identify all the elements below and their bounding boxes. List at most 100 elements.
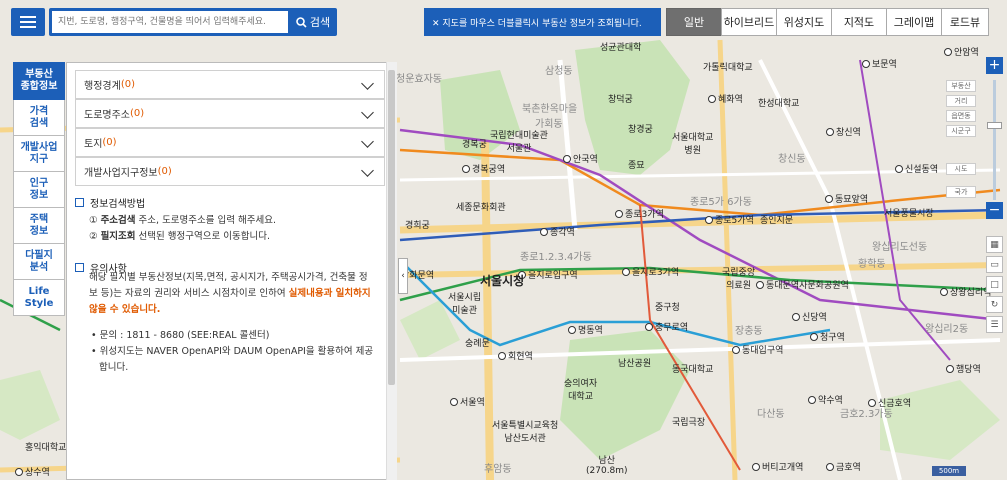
- item-number: ②: [89, 231, 98, 242]
- map-type-tab[interactable]: 로드뷰: [941, 8, 989, 36]
- map-place-label: 안암역: [944, 45, 979, 58]
- accordion-item[interactable]: 도로명주소 (0): [75, 99, 385, 128]
- map-place-label: 서울대학교 병원: [672, 133, 714, 156]
- hamburger-menu-button[interactable]: [11, 8, 45, 36]
- map-place-label: 삼청동: [545, 66, 573, 77]
- item-number: ①: [89, 215, 98, 226]
- map-place-label: 남산공원: [618, 359, 652, 369]
- chevron-down-icon: [361, 77, 374, 90]
- map-type-tab[interactable]: 그레이맵: [886, 8, 942, 36]
- map-type-tabs: 일반 하이브리드 위성지도 지적도 그레이맵 로드뷰: [666, 8, 989, 36]
- map-place-label: 종인지문: [760, 216, 794, 226]
- map-place-label: 후암동: [484, 464, 512, 475]
- map-place-label: 종로3가역: [615, 207, 664, 220]
- left-tab[interactable]: 인구 정보: [13, 172, 65, 208]
- accordion-count: (0): [130, 108, 145, 119]
- map-place-label: 동대문역사문화공원역: [756, 278, 849, 291]
- map-place-label: 다산동: [757, 409, 785, 420]
- search-method-item: ① 주소검색 주소, 도로명주소를 입력 해주세요.: [89, 213, 276, 229]
- map-place-label: 을지로입구역: [518, 268, 578, 281]
- map-place-label: 약수역: [808, 393, 843, 406]
- search-button[interactable]: 검색: [289, 8, 337, 36]
- map-place-label: 동대입구역: [732, 343, 783, 356]
- dblclick-notice[interactable]: ✕ 지도를 마우스 더블클릭시 부동산 정보가 조회됩니다.: [424, 8, 661, 36]
- accordion-item[interactable]: 개발사업지구정보 (0): [75, 157, 385, 186]
- panel-collapse-button[interactable]: ‹: [398, 258, 408, 294]
- map-place-label: 상수역: [15, 465, 50, 478]
- refresh-icon[interactable]: ↻: [986, 296, 1003, 313]
- left-tab[interactable]: 다필지 분석: [13, 244, 65, 280]
- search-button-label: 검색: [309, 16, 331, 29]
- map-place-label: 세종문화회관: [456, 203, 506, 213]
- map-place-label: 안국역: [563, 152, 598, 165]
- map-place-label: 동묘앞역: [825, 192, 868, 205]
- accordion-item[interactable]: 행정경계 (0): [75, 70, 385, 99]
- panel-scroll-thumb[interactable]: [388, 70, 395, 385]
- item-text: 주소, 도로명주소를 입력 해주세요.: [135, 215, 277, 226]
- zoom-level-label[interactable]: 부동산: [946, 80, 976, 92]
- map-place-label: 충무로역: [645, 320, 688, 333]
- left-tab[interactable]: 개발사업 지구: [13, 136, 65, 172]
- zoom-slider-handle[interactable]: [987, 122, 1002, 129]
- caution-text: 해당 필지별 부동산정보(지목,면적, 공시지가, 주택공시가격, 건축물 정보…: [89, 270, 375, 318]
- left-tab[interactable]: 부동산 종합정보: [13, 62, 65, 100]
- list-icon[interactable]: ☰: [986, 316, 1003, 333]
- zoom-level-label[interactable]: 거리: [946, 95, 976, 107]
- map-place-label: 서울시립 미술관: [448, 293, 482, 316]
- zoom-in-button[interactable]: +: [986, 57, 1003, 74]
- map-place-label: 서울풍물시장: [884, 209, 934, 219]
- map-place-label: 종각역: [540, 225, 575, 238]
- search-method-list: ① 주소검색 주소, 도로명주소를 입력 해주세요. ② 필지조회 선택된 행정구…: [89, 213, 276, 245]
- layers-icon[interactable]: ▦: [986, 236, 1003, 253]
- map-place-label: 금호역: [826, 460, 861, 473]
- zoom-slider-track[interactable]: [993, 80, 996, 200]
- map-type-tab[interactable]: 지적도: [831, 8, 887, 36]
- left-tab[interactable]: 주택 정보: [13, 208, 65, 244]
- search-method-title-text: 정보검색방법: [90, 199, 146, 210]
- area-icon[interactable]: □: [986, 276, 1003, 293]
- map-place-label: 서울역: [450, 395, 485, 408]
- map-place-label: 종묘: [628, 161, 645, 171]
- left-tab[interactable]: 가격 검색: [13, 100, 65, 136]
- distance-icon[interactable]: ▭: [986, 256, 1003, 273]
- zoom-level-label[interactable]: 국가: [946, 186, 976, 198]
- chevron-down-icon: [361, 164, 374, 177]
- map-place-label: 신당역: [792, 310, 827, 323]
- map-place-label: 청구역: [810, 330, 845, 343]
- zoom-level-label[interactable]: 읍면동: [946, 110, 976, 122]
- map-place-label: 종로1.2.3.4가동: [520, 252, 592, 263]
- map-type-tab[interactable]: 위성지도: [776, 8, 832, 36]
- chevron-left-icon: ‹: [401, 271, 405, 281]
- item-keyword: 주소검색: [100, 215, 136, 226]
- left-tab[interactable]: Life Style: [13, 280, 65, 316]
- accordion-item[interactable]: 토지 (0): [75, 128, 385, 157]
- map-place-label: 금호2.3가동: [840, 409, 893, 420]
- zoom-level-label[interactable]: 시군구: [946, 125, 976, 137]
- zoom-out-button[interactable]: −: [986, 202, 1003, 219]
- search-input[interactable]: [52, 11, 288, 33]
- chevron-down-icon: [361, 135, 374, 148]
- map-place-label: 창경궁: [628, 125, 653, 135]
- map-place-label: 경희궁: [405, 221, 430, 231]
- map-place-label: 을지로3가역: [622, 265, 679, 278]
- map-place-label: 남산 (270.8m): [586, 456, 628, 476]
- menu-icon: [20, 21, 36, 23]
- map-place-label: 국립극장: [672, 418, 706, 428]
- map-place-label: 행당역: [946, 362, 981, 375]
- map-place-label: 홍익대학교: [25, 443, 67, 453]
- caution-bullet: • 문의 : 1811 - 8680 (SEE:REAL 콜센터): [91, 330, 270, 341]
- accordion-count: (0): [120, 79, 135, 90]
- map-place-label: 숭례문: [465, 339, 490, 349]
- zoom-level-label[interactable]: 시도: [946, 163, 976, 175]
- map-type-tab[interactable]: 하이브리드: [721, 8, 777, 36]
- map-place-label: 동국대학교: [672, 365, 714, 375]
- map-type-tab[interactable]: 일반: [666, 8, 722, 36]
- square-bullet-icon: [75, 198, 84, 207]
- search-box: 검색: [49, 8, 337, 36]
- map-place-label: 종로5가역: [705, 213, 754, 226]
- accordion-count: (0): [157, 166, 172, 177]
- map-place-label: 경복궁역: [462, 162, 505, 175]
- map-place-label: 중구청: [655, 303, 680, 313]
- item-text: 선택된 행정구역으로 이동합니다.: [135, 231, 270, 242]
- info-panel: 행정경계 (0) 도로명주소 (0) 토지 (0) 개발사업지구정보 (0) 정보검색방법 ①…: [66, 62, 397, 480]
